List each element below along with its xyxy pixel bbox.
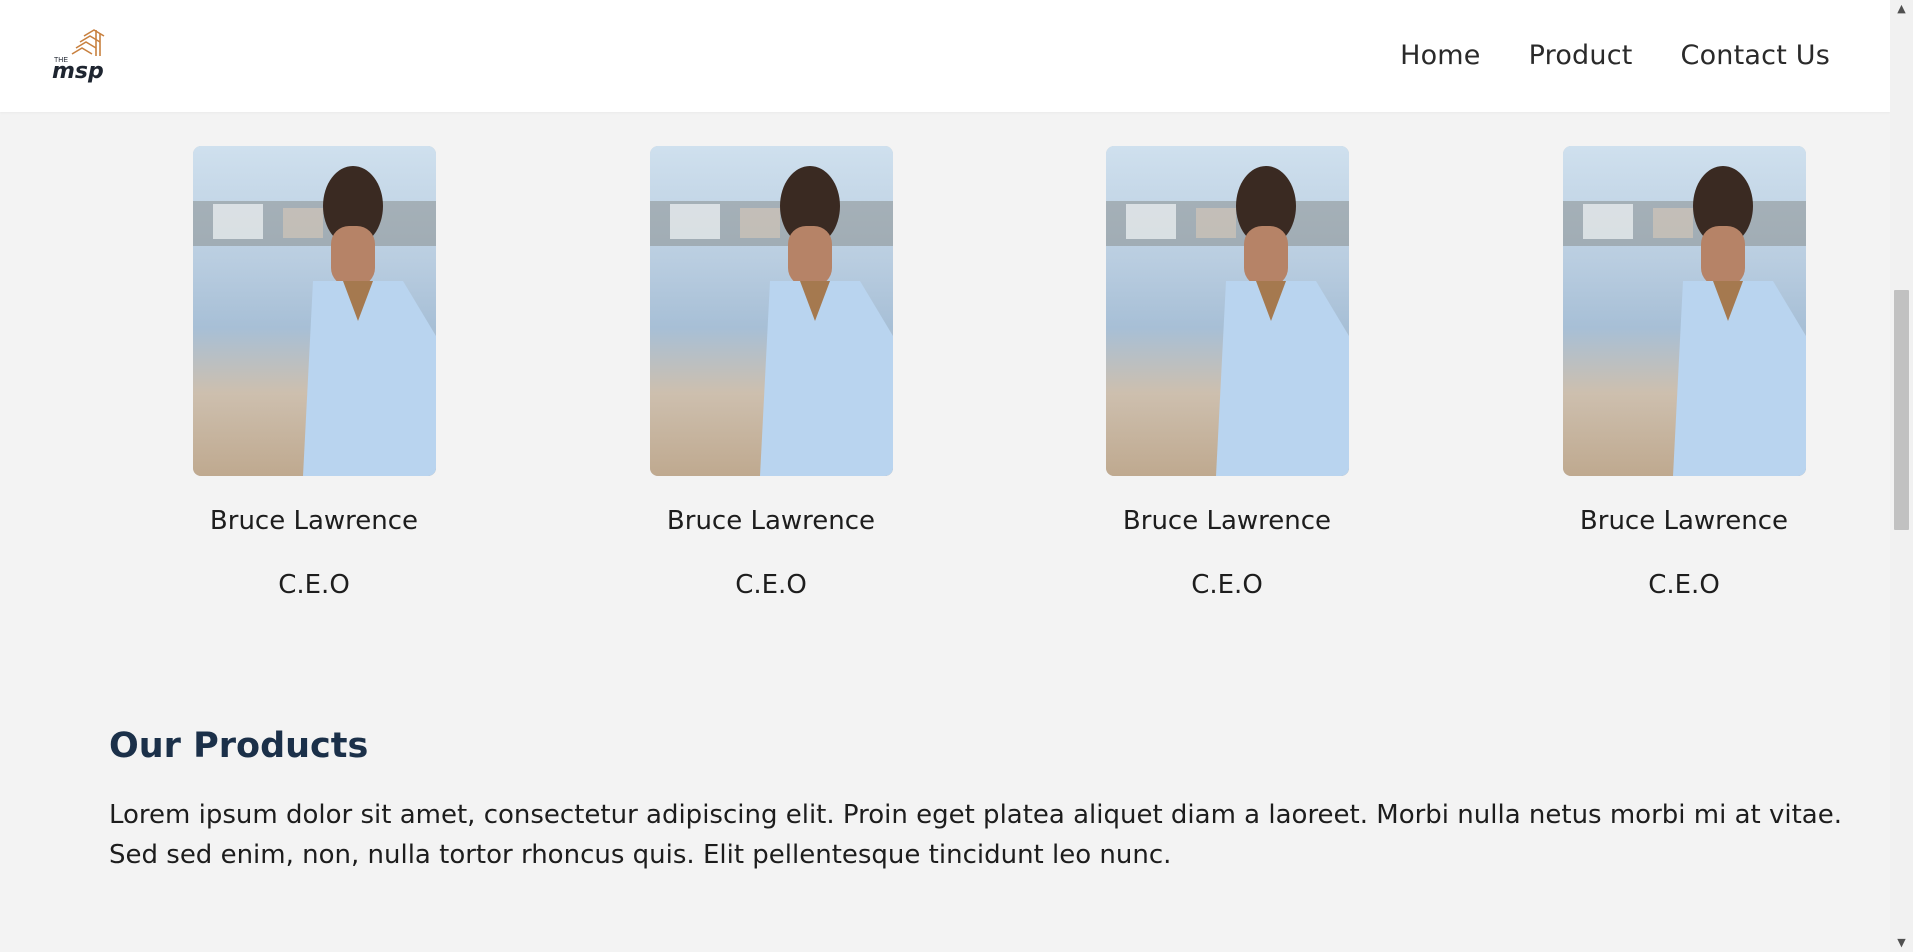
member-role: C.E.O	[735, 570, 807, 600]
scrollbar-thumb[interactable]	[1894, 290, 1909, 530]
nav-home-link[interactable]: Home	[1400, 38, 1481, 74]
products-heading: Our Products	[109, 726, 369, 766]
msp-logo[interactable]: THE msp	[50, 26, 122, 84]
team-member-card: Bruce Lawrence C.E.O	[1534, 146, 1834, 602]
member-name: Bruce Lawrence	[1579, 506, 1789, 536]
member-role: C.E.O	[1648, 570, 1720, 600]
products-description: Lorem ipsum dolor sit amet, consectetur …	[109, 800, 1842, 870]
page-scrollbar[interactable]: ▲ ▼	[1890, 0, 1913, 952]
member-photo	[192, 146, 436, 476]
logo-icon: THE msp	[52, 29, 105, 84]
team-member-card: Bruce Lawrence C.E.O	[164, 146, 464, 602]
nav-contact-link[interactable]: Contact Us	[1681, 38, 1830, 74]
member-name: Bruce Lawrence	[666, 506, 876, 536]
team-member-card: Bruce Lawrence C.E.O	[621, 146, 921, 602]
top-navbar: THE msp Home Product Contact Us	[0, 0, 1890, 112]
member-photo	[1105, 146, 1349, 476]
member-photo	[649, 146, 893, 476]
member-role: C.E.O	[1191, 570, 1263, 600]
member-name: Bruce Lawrence	[209, 506, 419, 536]
main-nav: Home Product Contact Us	[1400, 38, 1830, 74]
team-member-card: Bruce Lawrence C.E.O	[1077, 146, 1377, 602]
nav-product-link[interactable]: Product	[1529, 38, 1633, 74]
scroll-down-arrow-icon[interactable]: ▼	[1890, 934, 1913, 952]
member-role: C.E.O	[278, 570, 350, 600]
team-section: Bruce Lawrence C.E.O Bruce Lawrence C.E.…	[0, 146, 1890, 606]
svg-text:msp: msp	[52, 59, 104, 84]
scroll-up-arrow-icon[interactable]: ▲	[1890, 0, 1913, 18]
member-name: Bruce Lawrence	[1122, 506, 1332, 536]
member-photo	[1562, 146, 1806, 476]
